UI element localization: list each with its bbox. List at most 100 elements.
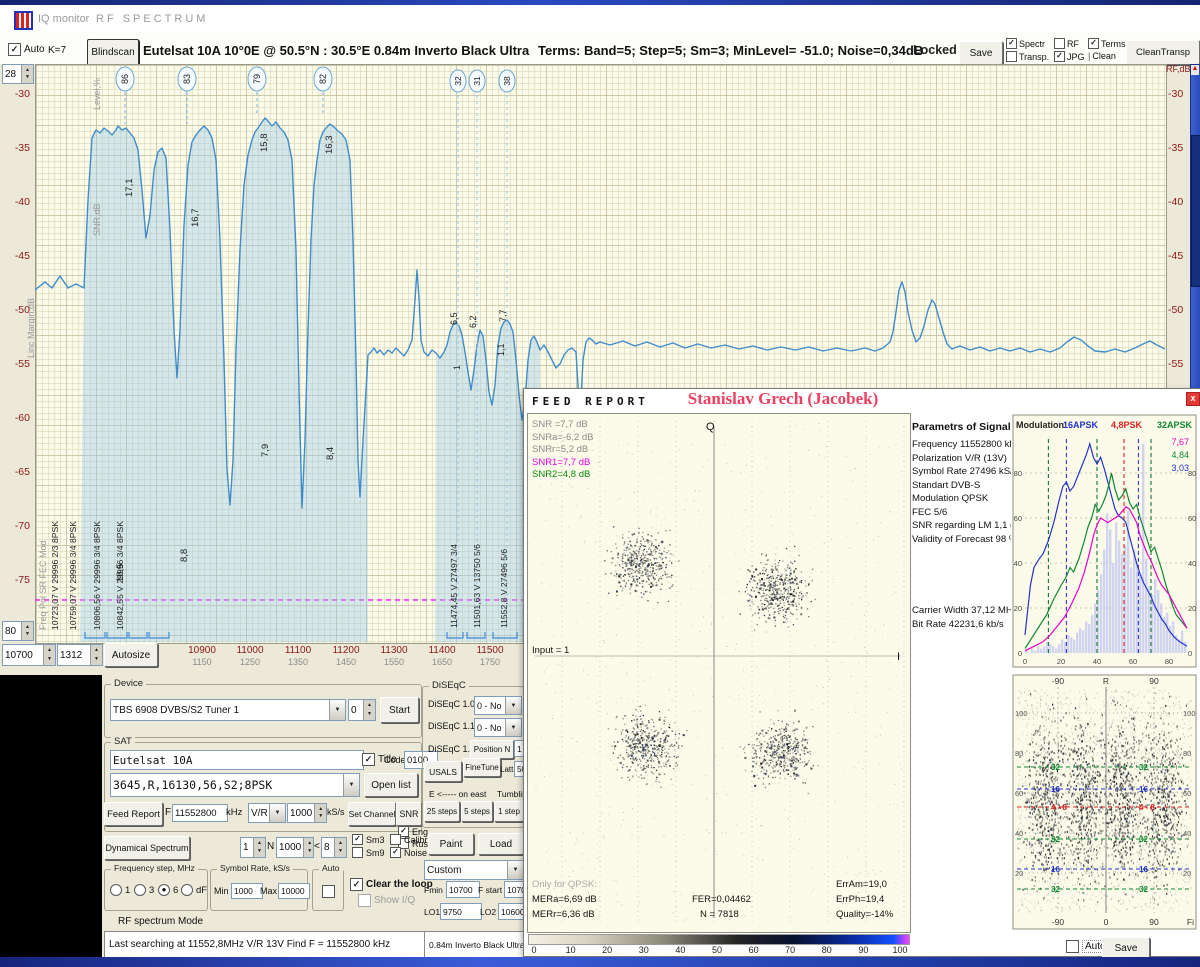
snr-readout: SNR2=4,8 dB [532,469,591,480]
transponder-label: 10842,55 V 29996 3/4 8PSK [115,521,125,630]
x-tick-if: 1250 [239,657,261,667]
feed-report-author: Stanislav Grech (Jacobek) [687,389,879,408]
level-bottom-spinner[interactable]: 80 ▲ ▼ [2,621,34,641]
close-icon[interactable]: x [1186,392,1200,406]
caption-level: Level,% [92,77,102,110]
channel-combo[interactable]: 3645,R,16130,56,S2;8PSK ▼ [110,773,360,797]
lo1-field[interactable]: 9750 [440,903,482,920]
param-line: Validity of Forecast 98 % [912,533,1018,545]
polarization-combo[interactable]: V/R ▼ [248,803,286,823]
show-iq-checkbox[interactable]: Show I/Q [358,894,415,907]
toolbar-check-transp.[interactable]: Transp. [1006,51,1049,62]
toolbar-check-jpg[interactable]: ✓ JPG [1054,51,1085,62]
max-field[interactable]: 10000 [278,883,310,899]
checkbox-box[interactable] [1006,51,1017,62]
radio-6mhz[interactable]: ● 6 [158,884,178,896]
finetune-button[interactable]: FineTune [463,758,501,777]
y-tick-left: -75 [14,574,30,586]
cleantransp-button[interactable]: CleanTransp [1126,40,1200,65]
usals-button[interactable]: USALS [424,761,462,782]
span-spinner[interactable]: 1312 ▲ ▼ [57,644,103,666]
toolbar-check-clean[interactable]: | Clean [1088,51,1116,61]
dyn-n-spinner[interactable]: 1000 ▲ ▼ [276,837,314,858]
sm3-checkbox[interactable]: ✓ Sm3 [352,834,385,845]
svg-text:16APSK: 16APSK [1063,420,1099,430]
autosize-button[interactable]: Autosize [104,643,158,667]
errph-value: ErrPh=19,4 [836,894,885,905]
scale-number: 50 [711,945,722,955]
toolbar-check-spectr[interactable]: ✓ Spectr [1006,38,1045,49]
toolbar-check-terms[interactable]: ✓ Terms [1088,38,1126,49]
start-freq-spinner[interactable]: 10700 ▲ ▼ [2,644,56,666]
diseqc11-combo[interactable]: 0 - No ▼ [474,718,522,737]
level-top-spinner[interactable]: 28 ▲ ▼ [2,64,34,84]
position-n-button[interactable]: Position N [470,740,514,759]
caption-columns: Freq Pol SR FEC Mod [38,540,48,630]
scroll-up-icon[interactable]: ▲ [1191,65,1199,75]
dynamical-spectrum-button[interactable]: Dynamical Spectrum [104,836,190,860]
tuner-combo[interactable]: TBS 6908 DVBS/S2 Tuner 1 ▼ [110,699,346,721]
start-button[interactable]: Start [380,697,419,723]
blindscan-button[interactable]: Blindscan [87,39,139,66]
svg-text:86: 86 [120,74,130,84]
set-channel-button[interactable]: Set Channel [348,802,396,826]
sm9-checkbox[interactable]: Sm9 [352,847,385,858]
svg-text:80: 80 [1188,469,1196,478]
i-axis-label: I [897,651,901,663]
rf-mode-label: RF spectrum Mode [118,916,204,927]
steps25-button[interactable]: 25 steps [424,801,460,822]
noise-checkbox[interactable]: ✓ Noise [390,847,427,858]
peak-snr-value: 16,3 [324,135,335,155]
diseqc10-label: DiSEqC 1.0 [428,699,476,709]
toolbar-check-rf[interactable]: RF [1054,38,1079,49]
snr-readout: SNRa=-6,2 dB [532,431,594,443]
symbolrate-spinner[interactable]: 1000 ▲ ▼ [287,803,327,823]
load-button[interactable]: Load [478,833,524,855]
feed-report-window: FEED REPORT Stanislav Grech (Jacobek) x … [523,388,1200,959]
svg-text:32APSK: 32APSK [1157,420,1193,430]
auto-sr-checkbox[interactable] [322,885,335,898]
open-list-button[interactable]: Open list [364,773,418,797]
dyn-count-spinner[interactable]: 1 ▲ ▼ [240,837,266,858]
fmin-field[interactable]: 10700 [446,881,480,898]
radio-1mhz[interactable]: 1 [110,884,130,896]
paint-button[interactable]: Paint [428,833,474,855]
scale-number: 10 [565,945,576,955]
feed-report-button[interactable]: Feed Report [104,802,163,826]
steps5-button[interactable]: 5 steps [461,801,493,822]
feed-save-button[interactable]: Save [1102,937,1150,959]
param-line: Modulation QPSK [912,493,989,504]
svg-text:31: 31 [472,76,482,86]
caption-snr: SNR,dB [92,203,102,236]
x-tick-rf: 11500 [476,645,504,656]
clear-loop-checkbox[interactable]: ✓ Clear the loop [350,878,433,891]
radio-df[interactable]: dF [181,884,207,896]
svg-text:3,03: 3,03 [1171,463,1189,473]
peak-margin-value: 8,8 [179,548,190,562]
peak-snr-value: 15,8 [259,133,270,153]
checkbox-box[interactable] [1054,38,1065,49]
radio-3mhz[interactable]: 3 [134,884,154,896]
checkbox-box[interactable]: ✓ [1088,38,1099,49]
scrollbar-thumb[interactable] [1191,135,1200,287]
checkbox-label: JPG [1067,51,1085,62]
calibr-checkbox[interactable]: Calibr [390,834,428,845]
checkbox-label: Spectr [1019,38,1046,49]
divider: | [1088,51,1091,61]
diseqc10-combo[interactable]: 0 - No ▼ [474,696,522,715]
save-button[interactable]: Save [959,41,1003,65]
auto-checkbox[interactable]: ✓ Auto [8,43,45,56]
custom-combo[interactable]: Custom ▼ [424,860,524,880]
svg-text:80: 80 [1014,469,1022,478]
sat-name-field[interactable]: Eutelsat 10A [110,750,364,770]
param-line: Frequency 11552800 kHz [912,439,1022,450]
checkbox-box[interactable]: ✓ [1054,51,1065,62]
min-field[interactable]: 1000 [231,883,263,899]
svg-text:20: 20 [1188,604,1196,613]
checkbox-box[interactable]: ✓ [1006,38,1017,49]
snr-button[interactable]: SNR [396,802,422,826]
step1-button[interactable]: 1 step [494,801,524,822]
dyn-8-spinner[interactable]: 8 ▲ ▼ [321,837,347,858]
tuner-index-spinner[interactable]: 0 ▲ ▼ [348,699,376,721]
frequency-field[interactable]: 11552800 [172,804,228,822]
